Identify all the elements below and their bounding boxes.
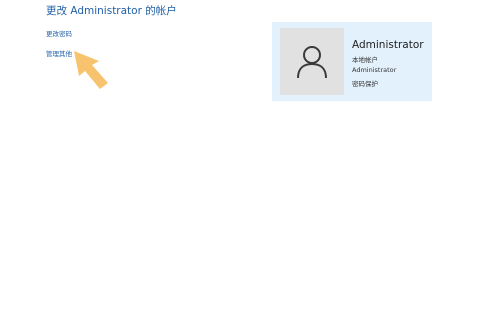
account-username: Administrator	[352, 66, 397, 74]
page-title: 更改 Administrator 的帐户	[46, 5, 177, 17]
avatar	[280, 28, 344, 95]
account-card: Administrator 本地帐户 Administrator 密码保护	[272, 22, 432, 101]
account-type: 本地帐户	[352, 56, 378, 64]
user-icon	[297, 46, 327, 79]
password-status: 密码保护	[352, 80, 378, 88]
pointer-arrow-icon	[74, 51, 108, 89]
manage-other-accounts-link[interactable]: 管理其他	[46, 48, 72, 58]
account-name: Administrator	[352, 39, 424, 51]
change-password-link[interactable]: 更改密码	[46, 28, 72, 38]
account-settings-page: 更改 Administrator 的帐户 更改密码 管理其他 Administr…	[0, 0, 500, 333]
